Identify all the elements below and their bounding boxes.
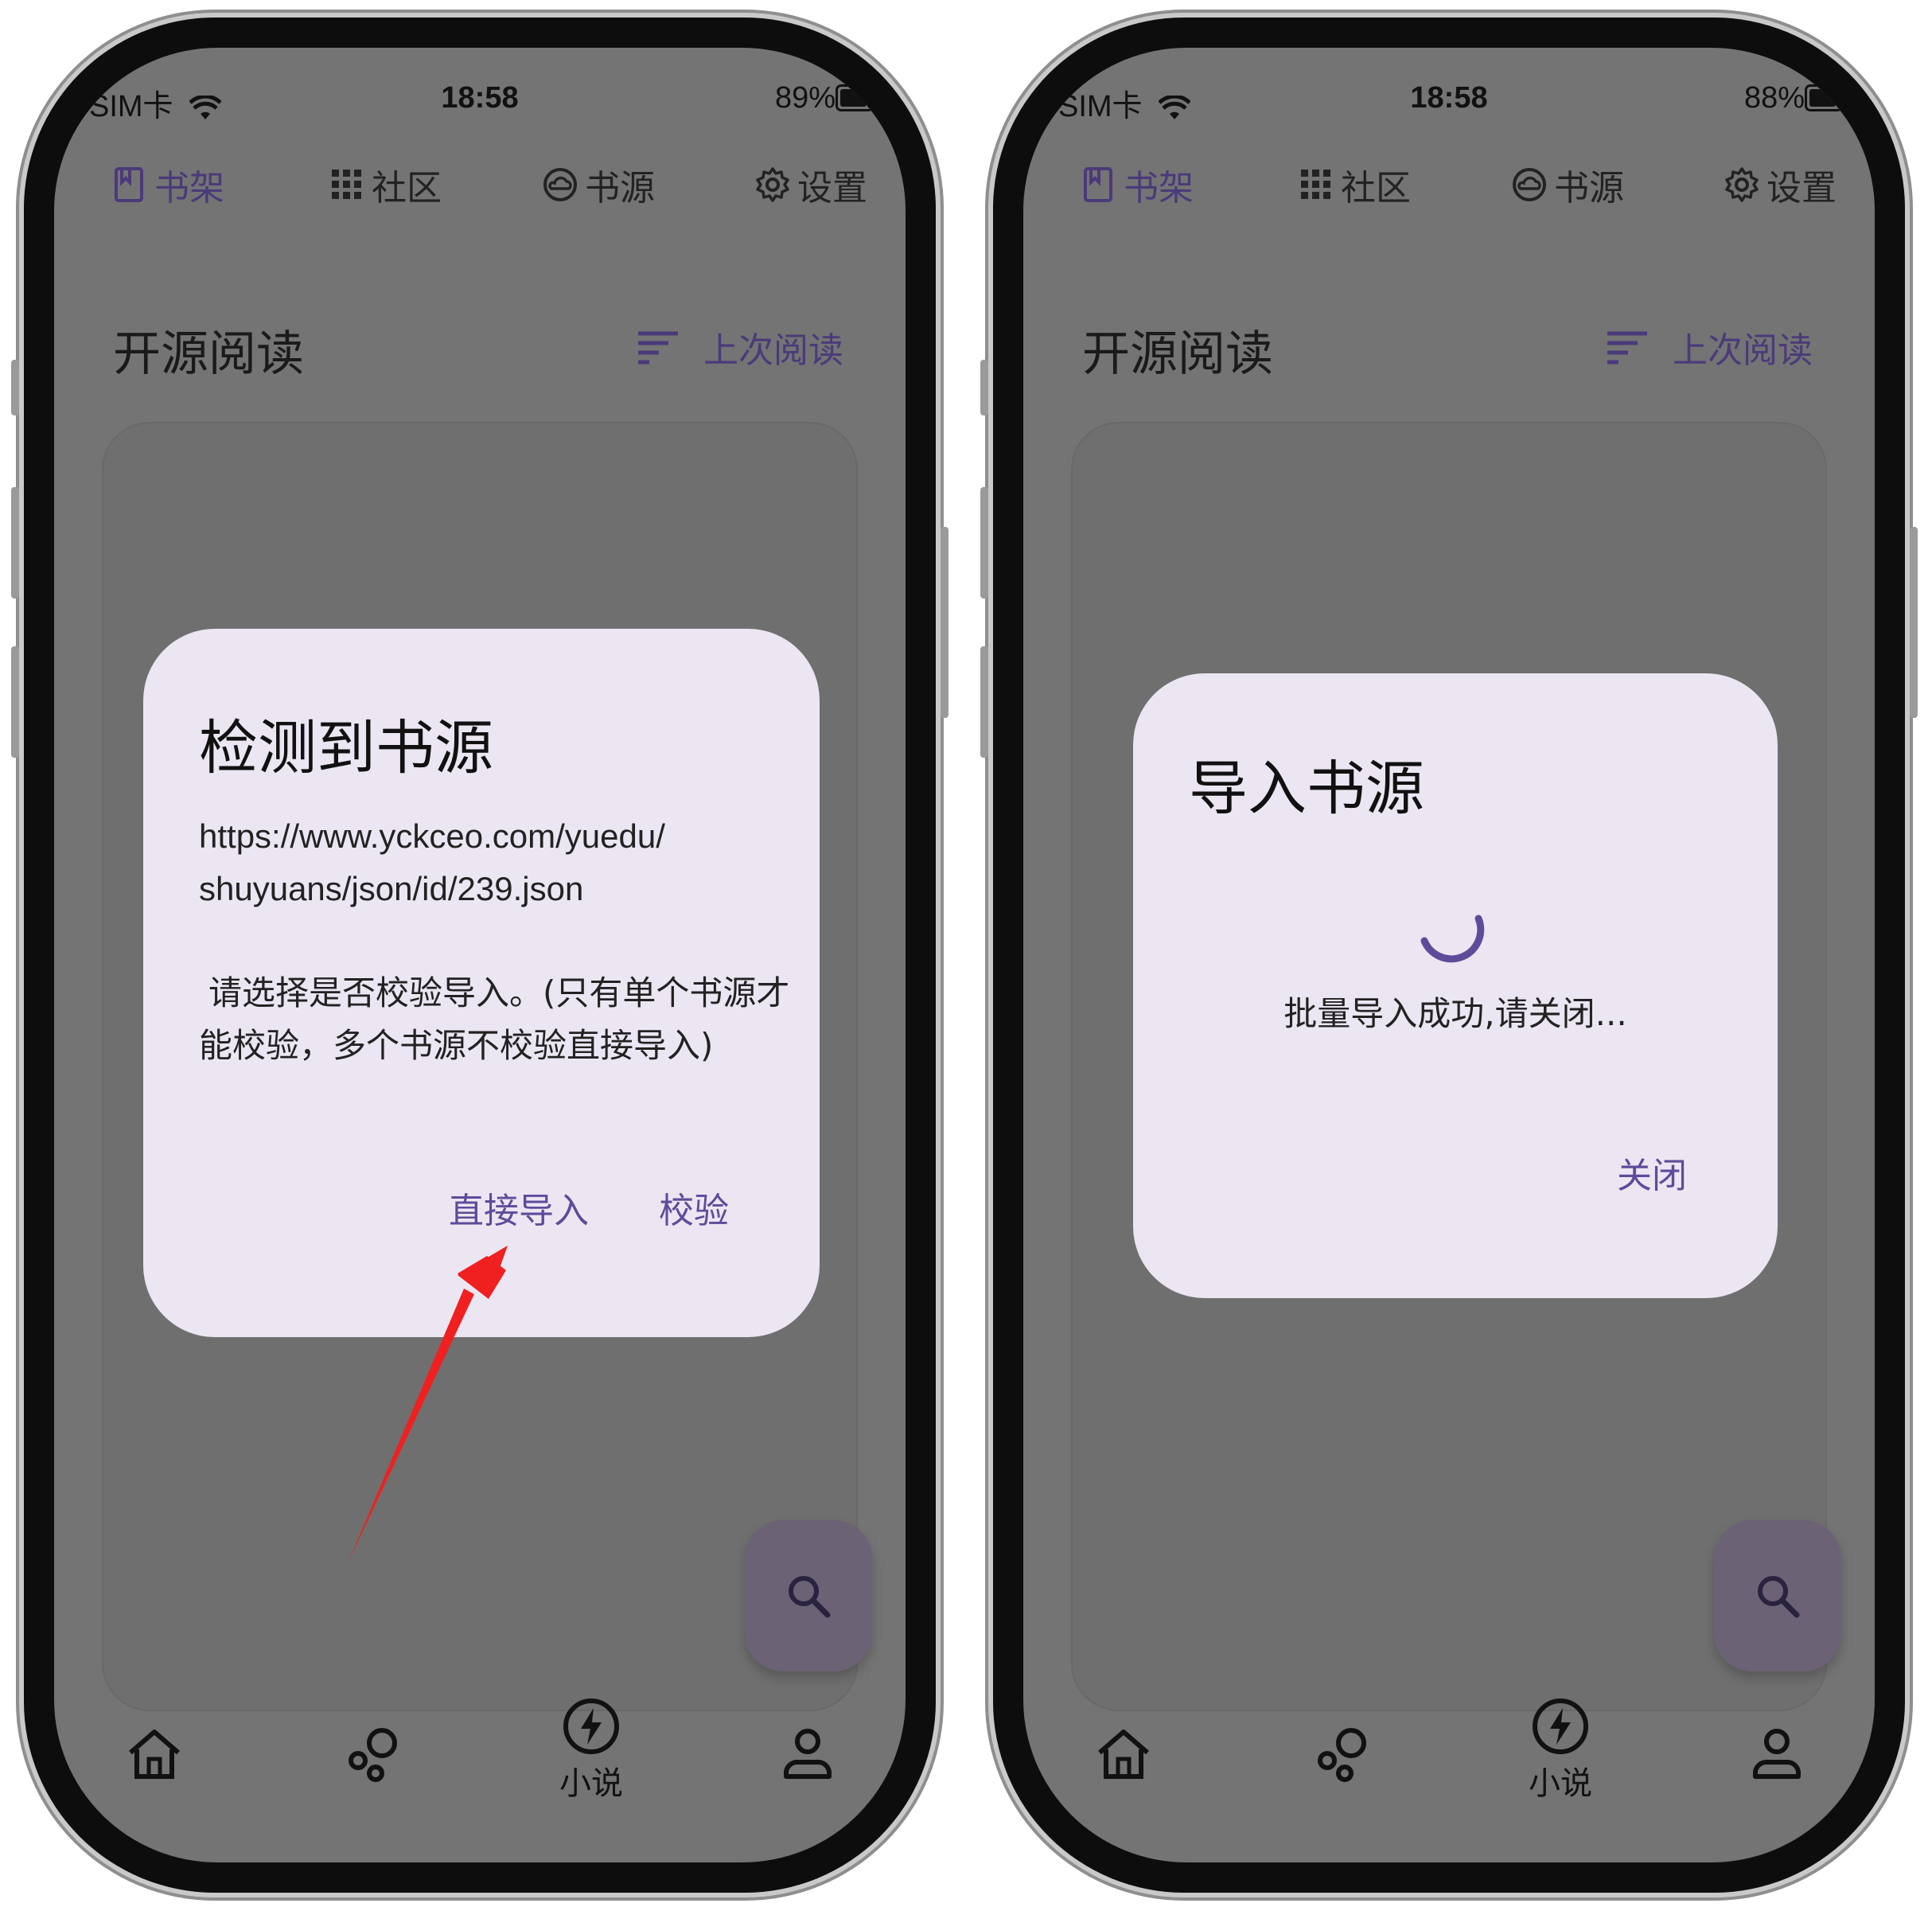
nav-discover[interactable] <box>1313 1724 1373 1784</box>
sort-button[interactable]: 上次阅读 <box>1606 322 1813 372</box>
nav-novel[interactable]: 小说 <box>1529 1695 1592 1804</box>
battery-level: 88% <box>1743 81 1805 115</box>
status-bar: SIM卡 18:58 88% <box>1023 72 1875 127</box>
screen-left: SIM卡 18:58 89% 书架 社区 书源 设置 开源阅读 上次阅读 小说 … <box>54 48 906 1862</box>
dialog-message: 请选择是否校验导入。(只有单个书源才 能校验，多个书源不校验直接导入) <box>199 967 789 1072</box>
bottom-nav: 小说 <box>54 1695 906 1831</box>
battery-level: 89% <box>774 81 836 115</box>
source-url-line: shuyuans/json/id/239.json <box>199 870 584 907</box>
source-url-line: https://www.yckceo.com/yuedu/ <box>199 817 665 855</box>
dialog-message: 批量导入成功,请关闭... <box>1283 994 1627 1033</box>
phone-right: SIM卡 18:58 88% 书架 社区 书源 设置 开源阅读 上次阅读 小说 … <box>980 18 1918 1893</box>
tab-community[interactable]: 社区 <box>1298 159 1411 210</box>
dialog-message-line: 请选择是否校验导入。(只有单个书源才 <box>208 973 790 1012</box>
status-bar: SIM卡 18:58 89% <box>54 72 906 127</box>
tab-community[interactable]: 社区 <box>329 159 442 210</box>
sort-label: 上次阅读 <box>1673 330 1813 371</box>
tab-settings-label: 设置 <box>797 168 867 209</box>
bubbles-icon <box>349 1728 397 1782</box>
detect-source-dialog: 检测到书源 https://www.yckceo.com/yuedu/ shuy… <box>143 629 820 1337</box>
tab-bookshelf-label: 书架 <box>154 168 224 209</box>
grid-icon <box>332 170 361 199</box>
tab-settings[interactable]: 设置 <box>754 159 867 210</box>
page-title: 开源阅读 <box>1082 326 1273 382</box>
tab-sources[interactable]: 书源 <box>542 159 655 210</box>
sort-label: 上次阅读 <box>703 330 843 371</box>
dialog-message-line: 能校验，多个书源不校验直接导入) <box>199 1026 714 1065</box>
home-icon <box>1098 1730 1149 1779</box>
search-button[interactable] <box>1714 1520 1841 1671</box>
page-header: 开源阅读 上次阅读 <box>54 310 906 382</box>
top-nav: 书架 社区 书源 设置 <box>1023 159 1875 231</box>
tab-sources[interactable]: 书源 <box>1511 159 1624 210</box>
gear-icon <box>756 167 789 202</box>
phone-left: SIM卡 18:58 89% 书架 社区 书源 设置 开源阅读 上次阅读 小说 … <box>11 18 948 1893</box>
gear-icon <box>1725 167 1759 202</box>
bolt-icon <box>563 1698 619 1754</box>
nav-home[interactable] <box>126 1726 183 1783</box>
battery-icon <box>836 84 874 111</box>
nav-profile[interactable] <box>780 1724 836 1781</box>
import-source-dialog: 导入书源 批量导入成功,请关闭... 关闭 <box>1133 673 1778 1298</box>
dialog-title: 检测到书源 <box>199 714 493 782</box>
loading-spinner-icon <box>1420 915 1485 963</box>
search-icon <box>789 1576 831 1618</box>
person-icon <box>784 1729 832 1779</box>
sort-icon <box>1607 331 1647 365</box>
dialog-title: 导入书源 <box>1189 755 1424 823</box>
bolt-icon <box>1533 1698 1588 1754</box>
nav-profile[interactable] <box>1749 1724 1805 1781</box>
tab-settings[interactable]: 设置 <box>1724 159 1837 210</box>
search-icon <box>1758 1576 1800 1618</box>
screen-right: SIM卡 18:58 88% 书架 社区 书源 设置 开源阅读 上次阅读 小说 … <box>1023 48 1875 1862</box>
tab-sources-label: 书源 <box>585 168 655 209</box>
tab-settings-label: 设置 <box>1766 168 1837 209</box>
tab-community-label: 社区 <box>1341 168 1411 209</box>
tab-bookshelf[interactable]: 书架 <box>1081 159 1194 210</box>
book-icon <box>115 167 143 202</box>
tab-sources-label: 书源 <box>1554 168 1624 209</box>
sort-icon <box>638 331 678 365</box>
nav-novel-label: 小说 <box>1529 1765 1592 1802</box>
verify-button[interactable]: 校验 <box>659 1182 729 1233</box>
nav-home[interactable] <box>1095 1726 1152 1783</box>
page-title: 开源阅读 <box>113 326 304 382</box>
sort-button[interactable]: 上次阅读 <box>637 322 843 372</box>
direct-import-button[interactable]: 直接导入 <box>449 1182 589 1233</box>
page-header: 开源阅读 上次阅读 <box>1023 310 1875 382</box>
bottom-nav: 小说 <box>1023 1695 1875 1831</box>
grid-icon <box>1301 170 1330 199</box>
top-nav: 书架 社区 书源 设置 <box>54 159 906 231</box>
source-url: https://www.yckceo.com/yuedu/ shuyuans/j… <box>199 810 665 915</box>
bubbles-icon <box>1318 1728 1366 1782</box>
close-button[interactable]: 关闭 <box>1617 1147 1687 1198</box>
search-button[interactable] <box>745 1520 872 1671</box>
cloud-icon <box>543 168 577 201</box>
cloud-icon <box>1513 168 1546 201</box>
nav-novel-label: 小说 <box>559 1765 623 1802</box>
book-icon <box>1084 167 1112 202</box>
battery-icon <box>1805 84 1843 111</box>
tab-bookshelf[interactable]: 书架 <box>111 159 224 210</box>
home-icon <box>129 1730 180 1779</box>
tab-community-label: 社区 <box>372 168 442 209</box>
tab-bookshelf-label: 书架 <box>1124 168 1194 209</box>
person-icon <box>1753 1729 1801 1779</box>
nav-novel[interactable]: 小说 <box>559 1695 623 1804</box>
nav-discover[interactable] <box>344 1724 404 1784</box>
